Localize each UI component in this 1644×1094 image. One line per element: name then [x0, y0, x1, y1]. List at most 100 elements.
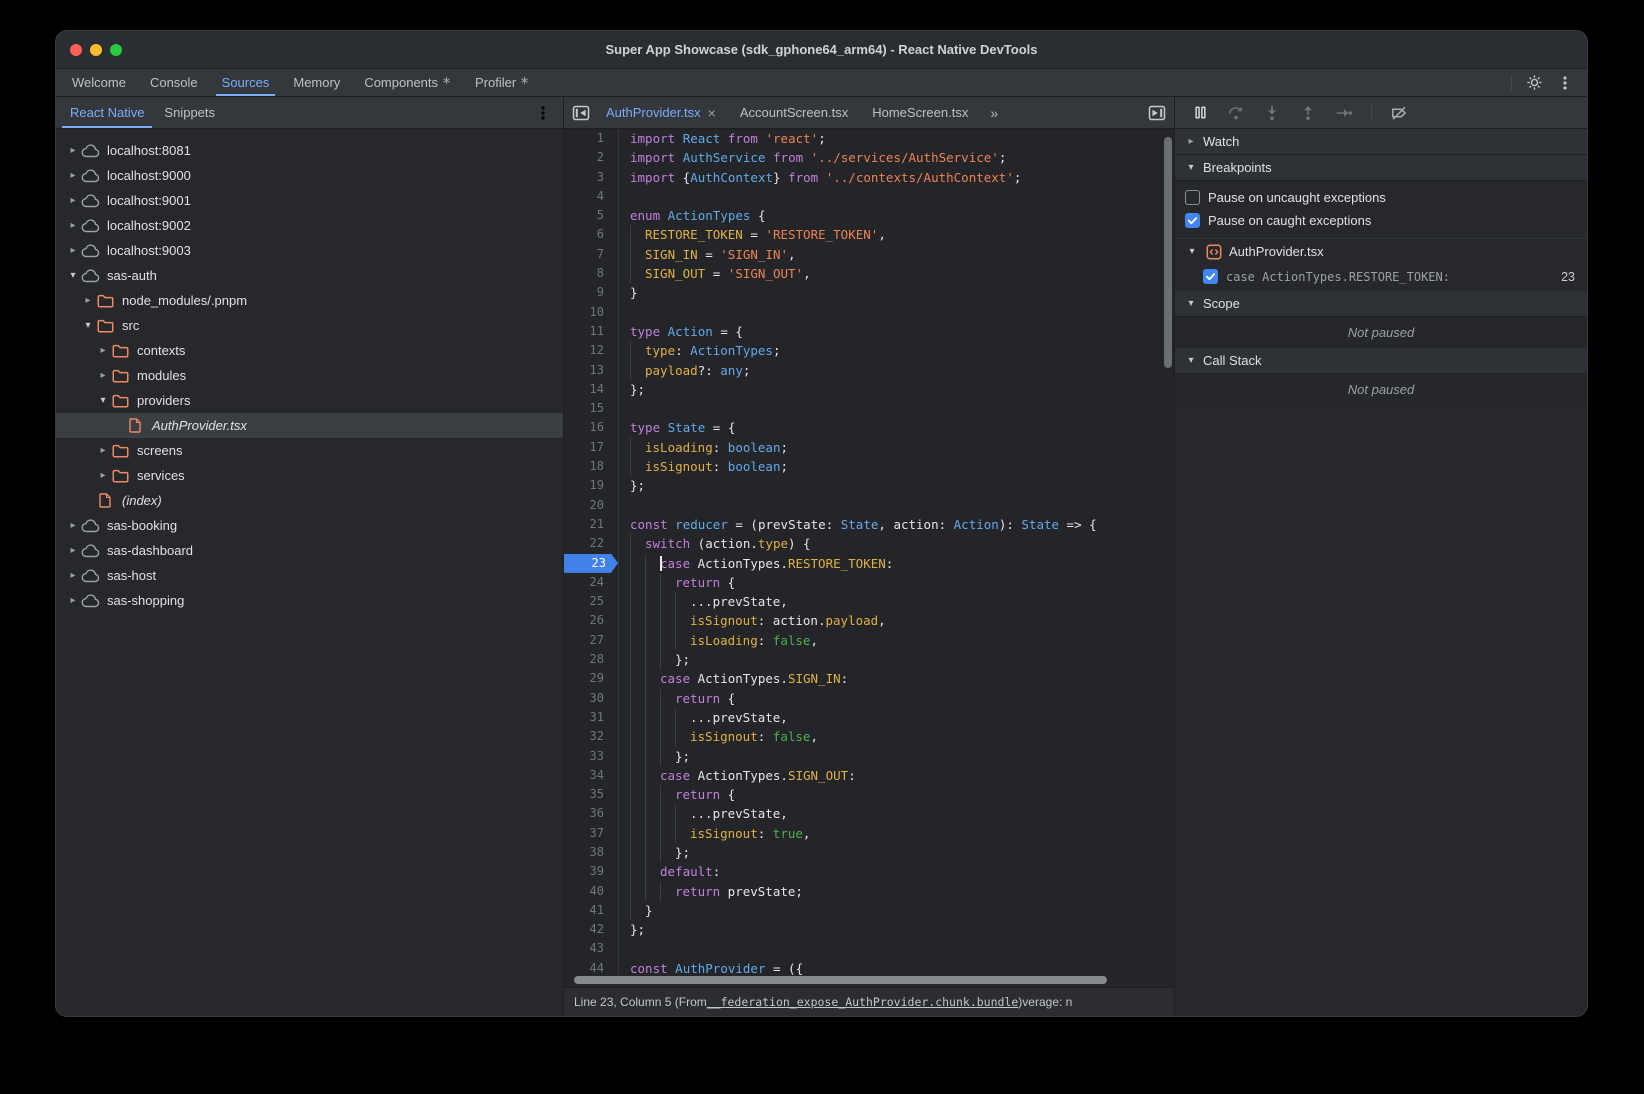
- section-watch[interactable]: ▸ Watch: [1175, 129, 1587, 155]
- editor-tab-authprovider-tsx[interactable]: AuthProvider.tsx×: [594, 97, 728, 128]
- chevron-down-icon[interactable]: ▾: [96, 395, 110, 406]
- zoom-button[interactable]: [110, 44, 122, 56]
- kebab-menu-icon[interactable]: [535, 105, 551, 121]
- line-number[interactable]: 11: [564, 322, 618, 341]
- tree-row[interactable]: ▸(index): [56, 488, 563, 513]
- tree-row[interactable]: ▸localhost:9002: [56, 213, 563, 238]
- kebab-menu-icon[interactable]: [1557, 75, 1573, 91]
- tree-row[interactable]: ▾providers: [56, 388, 563, 413]
- minimize-button[interactable]: [90, 44, 102, 56]
- chevron-right-icon[interactable]: ▸: [96, 370, 110, 381]
- line-number[interactable]: 6: [564, 225, 618, 244]
- tree-row[interactable]: ▸sas-host: [56, 563, 563, 588]
- tree-row[interactable]: ▾sas-auth: [56, 263, 563, 288]
- line-number[interactable]: 2: [564, 148, 618, 167]
- tree-row[interactable]: ▸localhost:9001: [56, 188, 563, 213]
- line-number[interactable]: 37: [564, 824, 618, 843]
- line-number[interactable]: 32: [564, 727, 618, 746]
- tree-row[interactable]: ▸node_modules/.pnpm: [56, 288, 563, 313]
- step-icon[interactable]: [1335, 104, 1353, 122]
- gear-icon[interactable]: [1526, 74, 1543, 91]
- tree-row[interactable]: ▸sas-booking: [56, 513, 563, 538]
- line-number[interactable]: 43: [564, 939, 618, 958]
- tree-row[interactable]: ▾src: [56, 313, 563, 338]
- chevron-down-icon[interactable]: ▾: [66, 270, 80, 281]
- deactivate-breakpoints-icon[interactable]: [1390, 104, 1408, 122]
- chevron-right-icon[interactable]: ▸: [66, 545, 80, 556]
- line-number[interactable]: 1: [564, 129, 618, 148]
- close-button[interactable]: [70, 44, 82, 56]
- line-number[interactable]: 27: [564, 631, 618, 650]
- chevron-right-icon[interactable]: ▸: [96, 345, 110, 356]
- step-into-icon[interactable]: [1263, 104, 1281, 122]
- tree-row[interactable]: ▸localhost:9000: [56, 163, 563, 188]
- tree-row[interactable]: ▸sas-shopping: [56, 588, 563, 613]
- line-number[interactable]: 12: [564, 341, 618, 360]
- code-editor[interactable]: 1import React from 'react';2import AuthS…: [564, 129, 1174, 987]
- line-number[interactable]: 26: [564, 611, 618, 630]
- pause-icon[interactable]: [1191, 104, 1209, 122]
- editor-tab-accountscreen-tsx[interactable]: AccountScreen.tsx: [728, 97, 860, 128]
- line-number[interactable]: 38: [564, 843, 618, 862]
- chevron-right-icon[interactable]: ▸: [96, 445, 110, 456]
- tab-sources[interactable]: Sources: [210, 69, 282, 96]
- line-number[interactable]: 19: [564, 476, 618, 495]
- tree-row[interactable]: ▸localhost:9003: [56, 238, 563, 263]
- line-number[interactable]: 14: [564, 380, 618, 399]
- chevron-right-icon[interactable]: ▸: [66, 520, 80, 531]
- tab-console[interactable]: Console: [138, 69, 210, 96]
- line-number[interactable]: 39: [564, 862, 618, 881]
- tab-welcome[interactable]: Welcome: [60, 69, 138, 96]
- line-number[interactable]: 13: [564, 361, 618, 380]
- navigator-tab-snippets[interactable]: Snippets: [154, 97, 225, 128]
- chevron-down-icon[interactable]: ▾: [81, 320, 95, 331]
- line-number[interactable]: 34: [564, 766, 618, 785]
- chevron-right-icon[interactable]: ▸: [66, 170, 80, 181]
- horizontal-scrollbar[interactable]: [574, 976, 1107, 984]
- line-number[interactable]: 36: [564, 804, 618, 823]
- line-number[interactable]: 33: [564, 747, 618, 766]
- tree-row[interactable]: ▸sas-dashboard: [56, 538, 563, 563]
- panel-left-icon[interactable]: [570, 102, 592, 124]
- section-callstack[interactable]: ▾ Call Stack: [1175, 348, 1587, 374]
- line-number[interactable]: 44: [564, 959, 618, 975]
- line-number[interactable]: 15: [564, 399, 618, 418]
- line-number[interactable]: 29: [564, 669, 618, 688]
- breakpoint-line-number-badge[interactable]: 23: [564, 554, 618, 573]
- breakpoint-checkbox[interactable]: [1203, 269, 1218, 284]
- line-number[interactable]: 17: [564, 438, 618, 457]
- breakpoint-entry[interactable]: case ActionTypes.RESTORE_TOKEN: 23: [1175, 264, 1587, 289]
- close-icon[interactable]: ×: [708, 106, 716, 120]
- line-number[interactable]: 4: [564, 187, 618, 206]
- line-number[interactable]: 42: [564, 920, 618, 939]
- line-number[interactable]: 31: [564, 708, 618, 727]
- tree-row[interactable]: ▸screens: [56, 438, 563, 463]
- chevron-right-icon[interactable]: ▸: [81, 295, 95, 306]
- pause-caught-checkbox[interactable]: [1185, 213, 1200, 228]
- line-number[interactable]: 22: [564, 534, 618, 553]
- chevron-right-icon[interactable]: ▸: [66, 245, 80, 256]
- line-number[interactable]: 30: [564, 689, 618, 708]
- tree-row[interactable]: ▸services: [56, 463, 563, 488]
- tree-row[interactable]: ▸modules: [56, 363, 563, 388]
- line-number[interactable]: 10: [564, 303, 618, 322]
- section-breakpoints[interactable]: ▾ Breakpoints: [1175, 155, 1587, 181]
- line-number[interactable]: 24: [564, 573, 618, 592]
- tree-row[interactable]: ▸localhost:8081: [56, 138, 563, 163]
- editor-tab-homescreen-tsx[interactable]: HomeScreen.tsx: [860, 97, 980, 128]
- chevron-right-icon[interactable]: ▸: [66, 195, 80, 206]
- line-number[interactable]: 20: [564, 496, 618, 515]
- line-number[interactable]: 8: [564, 264, 618, 283]
- step-out-icon[interactable]: [1299, 104, 1317, 122]
- navigator-tab-react-native[interactable]: React Native: [60, 97, 154, 128]
- tree-row[interactable]: ▸contexts: [56, 338, 563, 363]
- chevron-right-icon[interactable]: ▸: [66, 220, 80, 231]
- line-number[interactable]: 9: [564, 283, 618, 302]
- line-number[interactable]: 35: [564, 785, 618, 804]
- source-bundle-link[interactable]: __federation_expose_AuthProvider.chunk.b…: [707, 995, 1019, 1009]
- chevron-right-icon[interactable]: ▸: [66, 570, 80, 581]
- line-number[interactable]: 3: [564, 168, 618, 187]
- chevron-right-icon[interactable]: ▸: [96, 470, 110, 481]
- line-number[interactable]: 7: [564, 245, 618, 264]
- line-number[interactable]: 28: [564, 650, 618, 669]
